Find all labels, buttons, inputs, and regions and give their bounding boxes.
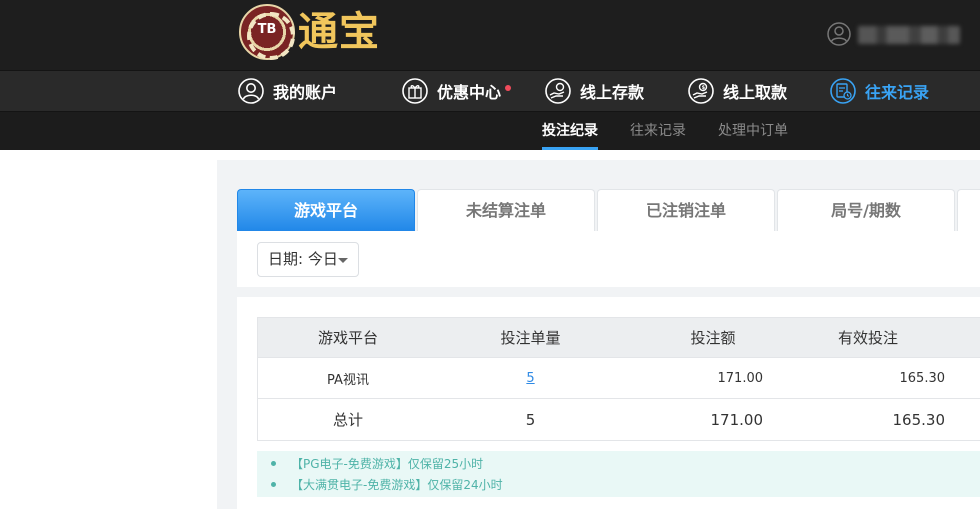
tab-game-platform[interactable]: 游戏平台 [237,189,415,231]
filter-area: 日期: 今日 [237,231,980,287]
user-circle-icon [238,78,264,104]
svg-text:$: $ [702,85,706,91]
header-bet-amount: 投注额 [690,329,736,347]
nav-item-my-account[interactable]: 我的账户 [238,71,337,111]
user-avatar-icon[interactable] [827,22,851,46]
total-bet-amount: 171.00 [710,410,764,429]
caret-down-icon [338,258,348,263]
header-platform: 游戏平台 [317,329,378,347]
tab-more[interactable] [957,189,980,231]
table-total-row: 总计 5 171.00 165.30 [258,399,980,440]
date-select-label: 日期: 今日 [268,250,338,268]
logo-text[interactable]: 通宝 [298,6,380,58]
tab-round-number[interactable]: 局号/期数 [777,189,955,231]
subnav-pending-orders[interactable]: 处理中订单 [718,112,788,150]
note-item: 【大满贯电子-免费游戏】仅保留24小时 [271,476,503,493]
deposit-hand-icon [545,78,571,104]
top-header: TB 通宝 [0,0,980,70]
header-valid-bet: 有效投注 [837,329,898,347]
nav-label: 线上取款 [723,83,788,102]
cell-valid-bet: 165.30 [899,370,946,386]
nav-item-deposit[interactable]: 线上存款 [545,71,644,111]
subnav-transaction-records[interactable]: 往来记录 [630,112,686,150]
withdraw-hand-icon: $ [688,78,714,104]
total-valid-bet: 165.30 [892,410,946,429]
nav-item-withdraw[interactable]: $ 线上取款 [688,71,787,111]
main-nav: 我的账户 优惠中心 线上存款 $ 线上取款 往来记录 [0,70,980,112]
logo-badge-text: TB [257,22,277,37]
notes-box: 【PG电子-免费游戏】仅保留25小时 【大满贯电子-免费游戏】仅保留24小时 [257,451,980,497]
tab-unsettled-bets[interactable]: 未结算注单 [417,189,595,231]
nav-label: 优惠中心 [437,83,502,102]
header-bet-count: 投注单量 [500,329,561,347]
record-tabs: 游戏平台 未结算注单 已注销注单 局号/期数 [237,189,980,231]
cell-platform: PA视讯 [327,372,369,388]
nav-label: 我的账户 [273,83,338,102]
nav-item-promotions[interactable]: 优惠中心 [402,71,512,111]
note-item: 【PG电子-免费游戏】仅保留25小时 [271,455,483,472]
records-icon [830,78,856,104]
user-name-blurred[interactable] [858,26,960,44]
tab-cancelled-bets[interactable]: 已注销注单 [597,189,775,231]
cell-bet-amount: 171.00 [717,370,764,386]
cell-bet-count: 5 [438,358,623,398]
nav-label: 线上存款 [580,83,645,102]
total-bet-count: 5 [525,410,536,429]
sub-nav: 投注纪录 往来记录 处理中订单 [0,112,980,150]
bet-count-link[interactable]: 5 [526,371,534,386]
total-label: 总计 [332,411,363,429]
bet-summary-table: 游戏平台 投注单量 投注额 有效投注 PA视讯 5 171.00 165.30 … [257,317,980,441]
gift-icon [402,78,428,104]
nav-item-records[interactable]: 往来记录 [830,71,929,111]
logo-chip-icon[interactable]: TB [239,4,295,60]
subnav-bet-records[interactable]: 投注纪录 [542,112,598,150]
nav-label: 往来记录 [865,83,930,102]
date-select[interactable]: 日期: 今日 [257,242,359,277]
table-row: PA视讯 5 171.00 165.30 [258,358,980,399]
table-header-row: 游戏平台 投注单量 投注额 有效投注 [258,318,980,358]
notification-dot [505,85,512,91]
